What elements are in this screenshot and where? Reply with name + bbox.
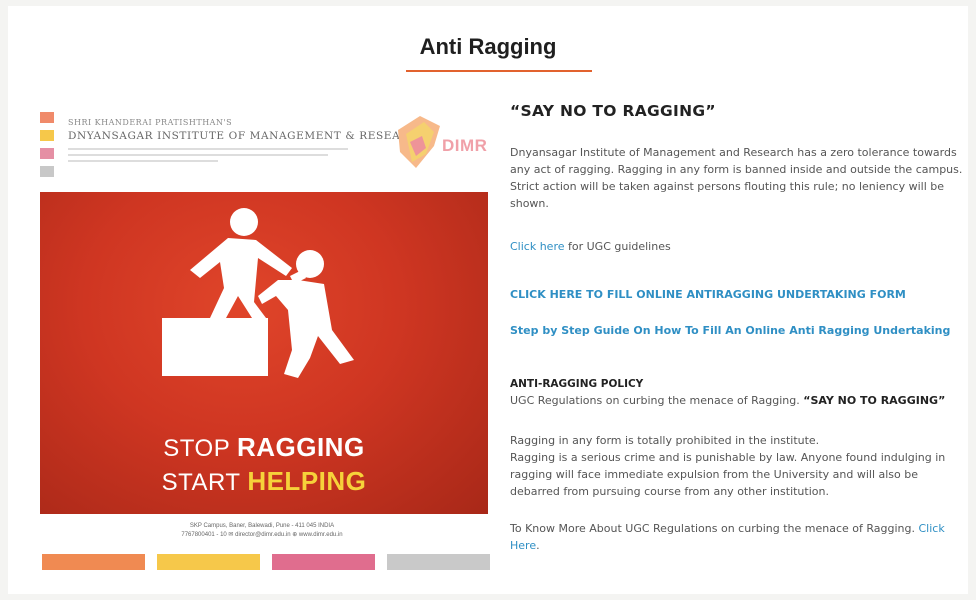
color-square-grey (40, 166, 54, 177)
color-bars (42, 554, 490, 570)
institute-header: SHRI KHANDERAI PRATISHTHAN'S DNYANSAGAR … (40, 112, 487, 184)
know-more-prefix: To Know More About UGC Regulations on cu… (510, 522, 919, 535)
undertaking-guide-link[interactable]: Step by Step Guide On How To Fill An Onl… (510, 324, 950, 337)
helping-word: HELPING (247, 466, 367, 496)
fine-print-lines (68, 148, 348, 162)
color-square-orange (40, 112, 54, 123)
page-title: Anti Ragging (419, 34, 557, 59)
color-bar-grey (387, 554, 490, 570)
color-bar-yellow (157, 554, 260, 570)
address-line-1: SKP Campus, Baner, Balewadi, Pune - 411 … (189, 523, 335, 529)
address-line-2: 7767800401 - 10 ✉ director@dimr.edu.in ⊕… (181, 532, 343, 538)
color-squares (40, 112, 54, 184)
helping-hand-pictogram-icon (162, 208, 354, 378)
color-square-yellow (40, 130, 54, 141)
institute-affiliation-text (68, 146, 368, 169)
start-helping-text: START HELPING (40, 466, 488, 497)
title-underline (406, 70, 592, 72)
stop-ragging-text: STOP RAGGING (40, 432, 488, 463)
prohibited-line: Ragging in any form is totally prohibite… (510, 434, 820, 447)
know-more-line: To Know More About UGC Regulations on cu… (510, 520, 970, 554)
poster-address: SKP Campus, Baner, Balewadi, Pune - 411 … (34, 522, 490, 540)
policy-prefix: UGC Regulations on curbing the menace of… (510, 394, 804, 407)
anti-ragging-poster: SHRI KHANDERAI PRATISHTHAN'S DNYANSAGAR … (34, 106, 490, 576)
color-square-pink (40, 148, 54, 159)
logo-text: DIMR (442, 136, 488, 155)
online-undertaking-form-link[interactable]: CLICK HERE TO FILL ONLINE ANTIRAGGING UN… (510, 288, 906, 301)
ugc-guidelines-link[interactable]: Click here (510, 240, 565, 253)
color-bar-pink (272, 554, 375, 570)
prohibited-paragraph: Ragging is a serious crime and is punish… (510, 451, 946, 498)
ugc-guidelines-suffix: for UGC guidelines (564, 240, 671, 253)
intro-paragraph: Dnyansagar Institute of Management and R… (510, 146, 963, 210)
color-bar-orange (42, 554, 145, 570)
policy-heading: ANTI-RAGGING POLICY (510, 378, 644, 390)
ragging-word: RAGGING (236, 432, 365, 462)
stop-ragging-panel: STOP RAGGING START HELPING (40, 192, 488, 514)
ugc-guidelines-line: Click here for UGC guidelines (510, 238, 970, 255)
policy-subline: UGC Regulations on curbing the menace of… (510, 392, 970, 409)
page: Anti Ragging SHRI KHANDERAI PRATISHTHAN'… (8, 6, 968, 594)
start-word: START (161, 469, 241, 496)
dimr-logo-icon (398, 116, 440, 168)
policy-bold-text: “SAY NO TO RAGGING” (803, 394, 946, 407)
dimr-logo: DIMR (390, 112, 487, 174)
know-more-suffix: . (536, 539, 540, 552)
stop-word: STOP (163, 435, 230, 462)
institute-trust-name: SHRI KHANDERAI PRATISHTHAN'S (68, 118, 233, 127)
say-no-title: “SAY NO TO RAGGING” (510, 102, 716, 120)
institute-name: DNYANSAGAR INSTITUTE OF MANAGEMENT & RES… (68, 130, 428, 142)
